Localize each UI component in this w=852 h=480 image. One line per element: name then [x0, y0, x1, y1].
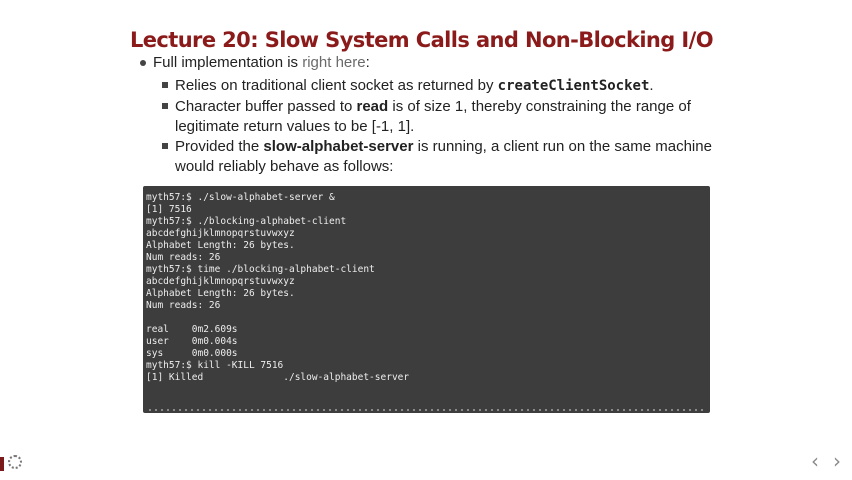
subbullet-text: Character buffer passed to	[175, 98, 357, 115]
bold-server-name: slow-alphabet-server	[263, 138, 414, 155]
subbullet-line2: legitimate return values to be [-1, 1].	[175, 118, 415, 135]
presentation-logo-icon	[8, 455, 22, 469]
terminal-scroll-indicator	[149, 409, 704, 411]
subbullet-text: Relies on traditional client socket as r…	[175, 77, 498, 94]
terminal-line: myth57:$ ./blocking-alphabet-client	[146, 216, 347, 227]
terminal-line: Alphabet Length: 26 bytes.	[146, 288, 295, 299]
terminal-line: sys 0m0.000s	[146, 348, 238, 359]
terminal-line: user 0m0.004s	[146, 336, 238, 347]
subbullet-square	[162, 103, 168, 109]
prev-slide-icon[interactable]: ‹	[811, 449, 819, 473]
terminal-line: [1] Killed ./slow-alphabet-server	[146, 372, 410, 383]
bold-read: read	[356, 98, 389, 115]
subbullet-server: Provided the slow-alphabet-server is run…	[162, 137, 712, 177]
next-slide-icon[interactable]: ›	[833, 449, 841, 473]
slide-title: Lecture 20: Slow System Calls and Non-Bl…	[130, 28, 714, 52]
subbullet-text-cont: is of size 1, thereby constraining the r…	[388, 98, 691, 115]
subbullet-line2: would reliably behave as follows:	[175, 158, 394, 175]
terminal-line: Num reads: 26	[146, 300, 221, 311]
bullet-prefix: Full implementation is	[153, 54, 303, 71]
subbullet-square	[162, 82, 168, 88]
bullet-implementation: Full implementation is right here:	[140, 53, 370, 73]
terminal-line: abcdefghijklmnopqrstuvwxyz	[146, 228, 295, 239]
subbullet-text: Provided the	[175, 138, 264, 155]
code-createClientSocket: createClientSocket	[497, 78, 650, 94]
subbullet-buffer: Character buffer passed to read is of si…	[162, 97, 691, 137]
bullet-suffix: :	[365, 54, 370, 71]
terminal-line: Num reads: 26	[146, 252, 221, 263]
sidebar-edge	[0, 457, 4, 471]
terminal-line: abcdefghijklmnopqrstuvwxyz	[146, 276, 295, 287]
terminal-line: Alphabet Length: 26 bytes.	[146, 240, 295, 251]
subbullet-text-cont: is running, a client run on the same mac…	[413, 138, 712, 155]
terminal-line: myth57:$ kill -KILL 7516	[146, 360, 284, 371]
bullet-dot	[140, 60, 146, 66]
terminal-line: [1] 7516	[146, 204, 192, 215]
subbullet-client-socket: Relies on traditional client socket as r…	[162, 76, 654, 96]
terminal-line: myth57:$ time ./blocking-alphabet-client	[146, 264, 375, 275]
subbullet-square	[162, 143, 168, 149]
bullet-text: Full implementation is right here:	[140, 54, 370, 71]
subbullet-end: .	[649, 77, 654, 94]
terminal-output: myth57:$ ./slow-alphabet-server & [1] 75…	[143, 186, 710, 413]
implementation-link[interactable]: right here	[302, 54, 365, 71]
terminal-line: real 0m2.609s	[146, 324, 238, 335]
terminal-line: myth57:$ ./slow-alphabet-server &	[146, 192, 335, 203]
